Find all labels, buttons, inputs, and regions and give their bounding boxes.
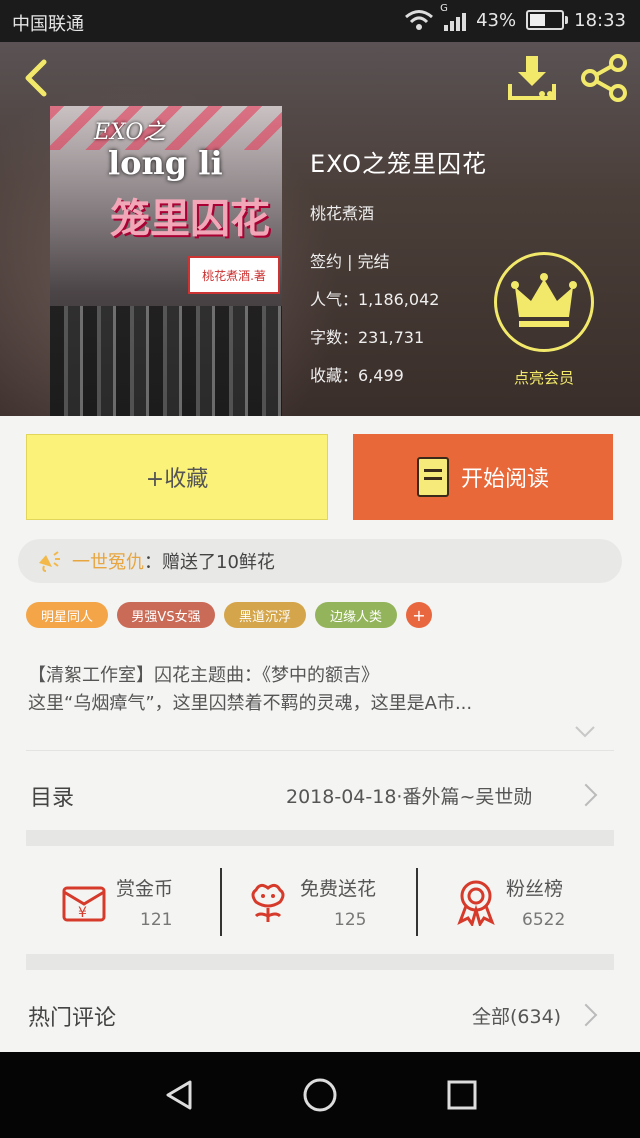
- all-comments-link[interactable]: 全部(634): [472, 1002, 561, 1029]
- ribbon-medal-icon: [457, 880, 495, 926]
- tag-chip[interactable]: 明星同人: [26, 602, 108, 628]
- book-status: 签约 | 完结: [310, 252, 390, 271]
- cover-author-stamp: 桃花煮酒.著: [188, 256, 280, 294]
- reward-coins-button[interactable]: ¥ 赏金币 121: [58, 866, 208, 936]
- fan-ranking-label: 粉丝榜: [506, 878, 564, 900]
- book-word-count: 字数：231,731: [310, 328, 425, 347]
- book-collections: 收藏：6,499: [310, 366, 404, 385]
- battery-level: 43%: [476, 9, 517, 31]
- carrier-label: 中国联通: [12, 14, 84, 35]
- nav-back-icon[interactable]: [162, 1078, 196, 1112]
- flower-icon: [251, 883, 285, 922]
- wifi-icon: [405, 10, 434, 30]
- signal-icon: G: [440, 3, 467, 31]
- book-cover[interactable]: EXO之 long li 笼里囚花 桃花煮酒.著: [50, 106, 282, 416]
- book-title: EXO之笼里囚花: [310, 150, 487, 178]
- nav-recents-icon[interactable]: [446, 1079, 478, 1111]
- start-reading-label: 开始阅读: [460, 467, 549, 492]
- fan-ranking-count: 6522: [522, 910, 566, 930]
- cover-title-line1: EXO之: [94, 120, 166, 145]
- crown-icon: [511, 273, 577, 327]
- status-right: G 43% 18:33: [404, 3, 626, 31]
- comments-chevron-icon[interactable]: [574, 1003, 598, 1027]
- gift-notice-message: ：赠送了10鲜花: [144, 552, 275, 573]
- red-envelope-icon: ¥: [62, 886, 106, 922]
- back-arrow-icon[interactable]: [18, 58, 58, 98]
- gift-notice[interactable]: 一世冤仇 ：赠送了10鲜花: [18, 539, 622, 583]
- battery-icon: [526, 10, 569, 30]
- stat-separator: [220, 868, 222, 936]
- system-nav-bar: [0, 1052, 640, 1138]
- collect-button[interactable]: +收藏: [26, 434, 328, 520]
- tag-chip[interactable]: 黑道沉浮: [224, 602, 306, 628]
- fan-ranking-button[interactable]: 粉丝榜 6522: [452, 866, 602, 936]
- add-tag-button[interactable]: +: [406, 602, 432, 628]
- cover-title-line3: 笼里囚花: [110, 196, 270, 242]
- stat-separator: [416, 868, 418, 936]
- reward-coins-count: 121: [140, 910, 173, 930]
- vip-button[interactable]: [494, 252, 594, 352]
- divider: [26, 750, 614, 751]
- tag-chip[interactable]: 男强VS女强: [117, 602, 215, 628]
- speaker-icon: [39, 551, 60, 572]
- section-band: [26, 954, 614, 970]
- vip-label[interactable]: 点亮会员: [496, 367, 592, 388]
- free-flowers-button[interactable]: 免费送花 125: [244, 866, 404, 936]
- expand-chevron-icon[interactable]: [574, 724, 596, 740]
- section-band: [26, 830, 614, 846]
- book-header: EXO之 long li 笼里囚花 桃花煮酒.著 EXO之笼里囚花 桃花煮酒 签…: [0, 42, 640, 416]
- svg-text:¥: ¥: [78, 905, 87, 921]
- free-flowers-count: 125: [334, 910, 367, 930]
- cover-title-line2: long li: [108, 144, 223, 182]
- signal-type: G: [440, 3, 448, 14]
- book-icon: [416, 457, 449, 497]
- synopsis-line1: 【清絮工作室】囚花主题曲：《梦中的额吉》: [28, 665, 379, 686]
- catalog-chevron-icon[interactable]: [574, 783, 598, 807]
- share-icon[interactable]: [580, 54, 630, 102]
- tag-chip[interactable]: 边缘人类: [315, 602, 397, 628]
- cover-artwork: [50, 306, 282, 416]
- book-author[interactable]: 桃花煮酒: [310, 200, 374, 224]
- synopsis-line2: 这里“乌烟瘴气”，这里囚禁着不羁的灵魂，这里是A市...: [28, 693, 473, 714]
- gift-notice-user[interactable]: 一世冤仇: [72, 548, 144, 574]
- collect-button-label: +收藏: [145, 467, 209, 492]
- latest-chapter[interactable]: 2018-04-18·番外篇~吴世勋: [286, 782, 532, 809]
- download-icon[interactable]: [506, 54, 558, 102]
- book-synopsis[interactable]: 【清絮工作室】囚花主题曲：《梦中的额吉》 这里“乌烟瘴气”，这里囚禁着不羁的灵魂…: [28, 662, 618, 718]
- nav-home-icon[interactable]: [302, 1077, 338, 1113]
- status-bar: 中国联通 G 43% 18:33: [0, 0, 640, 42]
- free-flowers-label: 免费送花: [300, 878, 377, 900]
- hot-comments-label: 热门评论: [28, 1006, 117, 1031]
- book-popularity: 人气：1,186,042: [310, 290, 440, 309]
- clock: 18:33: [574, 9, 626, 31]
- catalog-label[interactable]: 目录: [30, 780, 74, 812]
- start-reading-button[interactable]: 开始阅读: [353, 434, 613, 520]
- reward-coins-label: 赏金币: [116, 878, 174, 900]
